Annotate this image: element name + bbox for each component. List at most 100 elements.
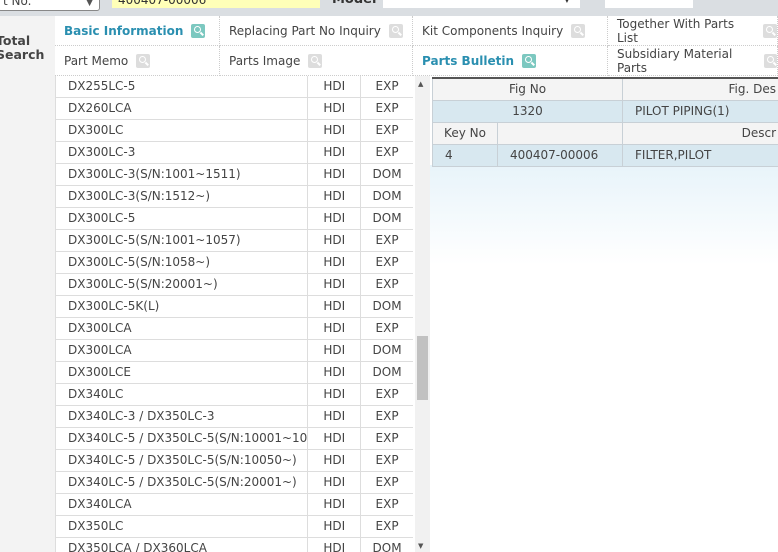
tab-parts-bulletin[interactable]: Parts Bulletin xyxy=(413,46,608,76)
search-icon[interactable] xyxy=(136,53,151,68)
model-row[interactable]: DX300LC-3(S/N:1512~) HDI DOM xyxy=(56,186,413,208)
fig-no: 1320 xyxy=(432,101,622,122)
tab-label: Basic Information xyxy=(64,23,184,38)
tab-together-with-parts-list[interactable]: Together With Parts List xyxy=(608,16,778,46)
search-type-select[interactable]: t No. ▼ xyxy=(0,0,100,11)
tab-kit-components-inquiry[interactable]: Kit Components Inquiry xyxy=(413,16,608,46)
model-market: EXP xyxy=(375,145,399,159)
model-row[interactable]: DX300LC-5 HDI DOM xyxy=(56,208,413,230)
model-market: DOM xyxy=(372,211,402,225)
model-maker: HDI xyxy=(308,230,362,251)
search-icon[interactable] xyxy=(308,53,323,68)
model-maker: HDI xyxy=(308,186,362,207)
part-no-input[interactable]: 400407-00006 xyxy=(112,0,320,8)
model-row[interactable]: DX300LC-3 HDI EXP xyxy=(56,142,413,164)
model-row[interactable]: DX260LCA HDI EXP xyxy=(56,98,413,120)
extra-input[interactable] xyxy=(605,0,693,8)
model-name: DX300LC-3(S/N:1001~1511) xyxy=(56,164,309,185)
model-maker: HDI xyxy=(308,384,362,405)
model-row[interactable]: DX300LC-5K(L) HDI DOM xyxy=(56,296,413,318)
model-maker: HDI xyxy=(308,428,362,449)
model-market: EXP xyxy=(375,387,399,401)
model-maker: HDI xyxy=(308,208,362,229)
model-name: DX260LCA xyxy=(56,98,309,119)
model-row[interactable]: DX340LCA HDI EXP xyxy=(56,494,413,516)
model-name: DX300LC-5(S/N:1058~) xyxy=(56,252,309,273)
tab-replacing-part-no-inquiry[interactable]: Replacing Part No Inquiry xyxy=(220,16,413,46)
tab-part-memo[interactable]: Part Memo xyxy=(55,46,220,76)
model-market: EXP xyxy=(375,277,399,291)
bulletin-table: Fig No Fig. Des 1320 PILOT PIPING(1) Key… xyxy=(432,77,778,167)
search-icon[interactable] xyxy=(763,53,777,68)
model-row[interactable]: DX350LC HDI EXP xyxy=(56,516,413,538)
model-market: EXP xyxy=(375,123,399,137)
model-row[interactable]: DX300LC-3(S/N:1001~1511) HDI DOM xyxy=(56,164,413,186)
model-row[interactable]: DX300LC-5(S/N:1058~) HDI EXP xyxy=(56,252,413,274)
model-market: DOM xyxy=(372,167,402,181)
model-name: DX340LC-3 / DX350LC-3 xyxy=(56,406,309,427)
model-name: DX340LC-5 / DX350LC-5(S/N:20001~) xyxy=(56,472,309,493)
tab-label: Kit Components Inquiry xyxy=(422,23,564,38)
search-icon[interactable] xyxy=(522,53,536,68)
model-row[interactable]: DX255LC-5 HDI EXP xyxy=(56,76,413,98)
tab-subsidiary-material-parts[interactable]: Subsidiary Material Parts xyxy=(608,46,778,76)
model-market: EXP xyxy=(375,409,399,423)
part-header xyxy=(497,123,622,144)
left-sidebar: Total Search xyxy=(0,16,55,552)
model-name: DX340LC xyxy=(56,384,309,405)
part-row[interactable]: 4 400407-00006 FILTER,PILOT xyxy=(432,145,778,167)
model-market: EXP xyxy=(375,497,399,511)
model-market: DOM xyxy=(372,541,402,552)
model-row[interactable]: DX300LCE HDI DOM xyxy=(56,362,413,384)
bulletin-panel: Fig No Fig. Des 1320 PILOT PIPING(1) Key… xyxy=(430,77,778,552)
model-list-scrollbar[interactable]: ▲ ▼ xyxy=(415,76,430,552)
model-name: DX300LC-5(S/N:20001~) xyxy=(56,274,309,295)
model-market: EXP xyxy=(375,79,399,93)
model-row[interactable]: DX300LCA HDI DOM xyxy=(56,340,413,362)
model-maker: HDI xyxy=(308,318,362,339)
model-row[interactable]: DX300LC HDI EXP xyxy=(56,120,413,142)
search-type-value: t No. xyxy=(3,0,32,8)
search-icon[interactable] xyxy=(388,23,403,38)
scroll-down-icon[interactable]: ▼ xyxy=(418,542,423,550)
model-label: Model xyxy=(332,0,376,8)
model-maker: HDI xyxy=(308,362,362,383)
model-name: DX340LCA xyxy=(56,494,309,515)
scroll-up-icon[interactable]: ▲ xyxy=(418,80,423,88)
model-maker: HDI xyxy=(308,538,362,552)
model-market: EXP xyxy=(375,453,399,467)
model-select[interactable]: ▼ xyxy=(383,0,580,8)
model-row[interactable]: DX340LC-5 / DX350LC-5(S/N:20001~) HDI EXP xyxy=(56,472,413,494)
chevron-down-icon: ▼ xyxy=(86,0,93,8)
info-tabs: Basic Information Replacing Part No Inqui… xyxy=(55,16,778,77)
model-market: EXP xyxy=(375,255,399,269)
model-market: EXP xyxy=(375,321,399,335)
fig-row[interactable]: 1320 PILOT PIPING(1) xyxy=(432,101,778,123)
search-icon[interactable] xyxy=(763,23,777,38)
tab-basic-information[interactable]: Basic Information xyxy=(55,16,220,46)
model-row[interactable]: DX300LC-5(S/N:20001~) HDI EXP xyxy=(56,274,413,296)
model-maker: HDI xyxy=(308,76,362,97)
model-row[interactable]: DX340LC-3 / DX350LC-3 HDI EXP xyxy=(56,406,413,428)
scroll-thumb[interactable] xyxy=(417,336,428,400)
fig-desc-header: Fig. Des xyxy=(622,79,778,100)
model-row[interactable]: DX300LCA HDI EXP xyxy=(56,318,413,340)
model-market: DOM xyxy=(372,365,402,379)
model-maker: HDI xyxy=(308,516,362,537)
model-name: DX300LC xyxy=(56,120,309,141)
model-name: DX300LCA xyxy=(56,340,309,361)
search-icon[interactable] xyxy=(191,23,206,38)
search-icon[interactable] xyxy=(571,23,586,38)
model-row[interactable]: DX300LC-5(S/N:1001~1057) HDI EXP xyxy=(56,230,413,252)
tab-parts-image[interactable]: Parts Image xyxy=(220,46,413,76)
model-row[interactable]: DX350LCA / DX360LCA HDI DOM xyxy=(56,538,413,552)
part-no: 400407-00006 xyxy=(497,145,622,166)
model-maker: HDI xyxy=(308,494,362,515)
model-market: EXP xyxy=(375,475,399,489)
model-maker: HDI xyxy=(308,142,362,163)
model-name: DX255LC-5 xyxy=(56,76,309,97)
model-maker: HDI xyxy=(308,98,362,119)
model-row[interactable]: DX340LC HDI EXP xyxy=(56,384,413,406)
model-row[interactable]: DX340LC-5 / DX350LC-5(S/N:10001~10049) HD… xyxy=(56,428,413,450)
model-row[interactable]: DX340LC-5 / DX350LC-5(S/N:10050~) HDI EXP xyxy=(56,450,413,472)
